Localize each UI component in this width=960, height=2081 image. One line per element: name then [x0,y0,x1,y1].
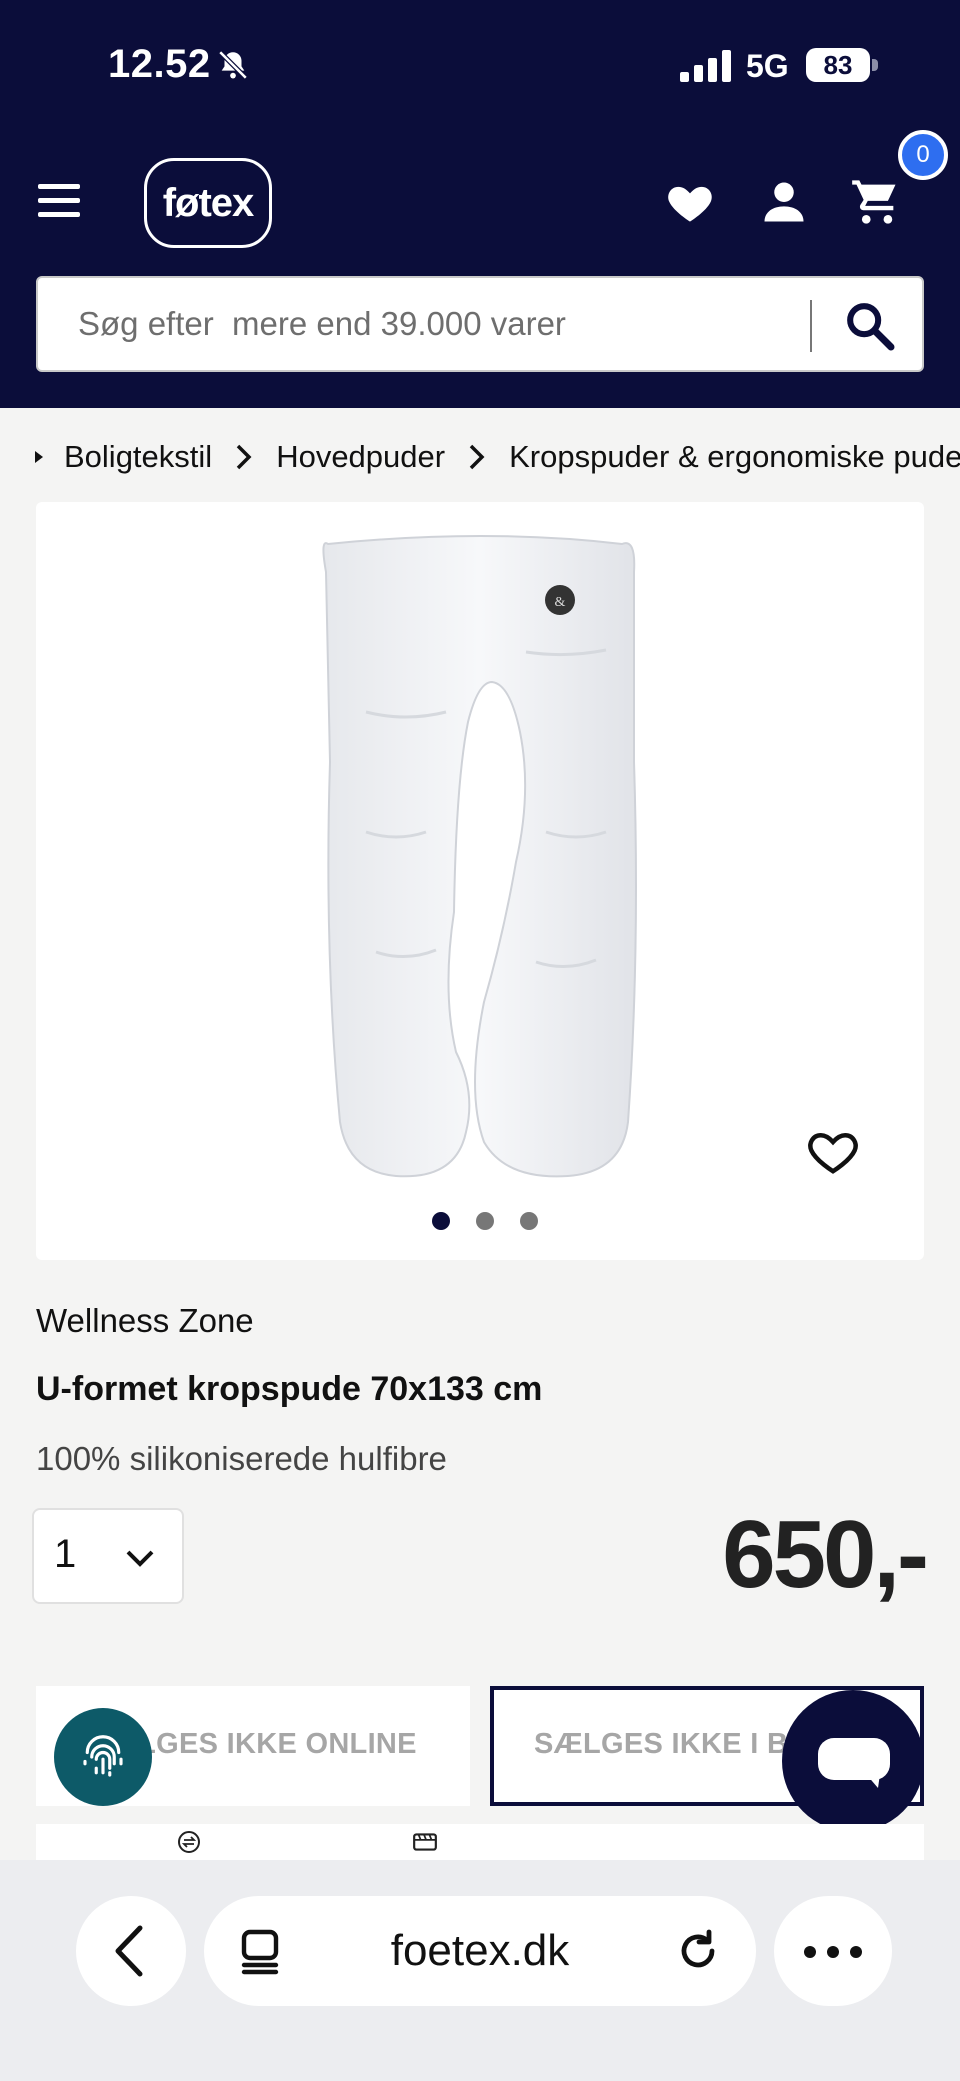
delivery-icon [413,1833,437,1851]
cart-icon[interactable] [850,176,902,228]
battery-level: 83 [806,48,870,82]
carousel-dots [432,1212,564,1230]
chevron-down-icon [126,1550,154,1567]
address-bar[interactable]: foetex.dk [204,1896,756,2006]
back-arrow-icon [115,1925,143,1977]
product-image-pillow: & [322,535,637,1178]
product-description: 100% silikoniserede hulfibre [36,1440,447,1477]
chevron-right-icon [469,444,485,470]
quantity-select[interactable]: 1 [32,1508,184,1604]
product-image-gallery[interactable]: & [36,502,924,1260]
favorite-heart-icon[interactable] [806,1126,860,1176]
fingerprint-icon [83,1735,123,1777]
chat-button[interactable] [782,1690,924,1832]
network-type: 5G [746,48,789,84]
status-time: 12.52 [108,42,211,86]
fingerprint-button[interactable] [54,1708,152,1806]
feature-strip [36,1824,924,1860]
bell-muted-icon [218,50,248,80]
product-title: U-formet kropspude 70x133 cm [36,1370,543,1408]
search-icon[interactable] [842,298,898,354]
more-options-button[interactable] [774,1896,892,2006]
exchange-icon [178,1831,200,1853]
search-input[interactable] [78,278,818,370]
product-price: 650,- [722,1501,929,1608]
status-bar: 12.52 5G 83 [0,0,960,130]
carousel-dot-2[interactable] [476,1212,494,1230]
reload-icon[interactable] [674,1926,722,1976]
user-icon[interactable] [758,176,810,228]
foetex-logo[interactable]: føtex [144,158,272,248]
quantity-value: 1 [54,1532,77,1576]
heart-icon[interactable] [664,176,716,228]
product-brand[interactable]: Wellness Zone [36,1302,254,1340]
carousel-dot-1[interactable] [432,1212,450,1230]
signal-icon [680,50,731,82]
breadcrumb: Boligtekstil Hovedpuder Kropspuder & erg… [34,432,960,482]
site-header: 12.52 5G 83 føtex 0 [0,0,960,408]
battery-icon: 83 [806,48,878,82]
chevron-right-icon [236,444,252,470]
back-button[interactable] [76,1896,186,2006]
breadcrumb-item-kropspuder[interactable]: Kropspuder & ergonomiske puder [509,439,960,475]
svg-text:&: & [555,595,566,610]
breadcrumb-caret-icon [35,451,43,463]
breadcrumb-item-hovedpuder[interactable]: Hovedpuder [276,439,445,475]
menu-icon[interactable] [38,184,86,224]
breadcrumb-item-boligtekstil[interactable]: Boligtekstil [64,439,212,475]
carousel-dot-3[interactable] [520,1212,538,1230]
search-bar [36,276,924,372]
browser-toolbar: foetex.dk [0,1860,960,2081]
search-divider [810,300,812,352]
cart-count-badge: 0 [898,130,948,180]
